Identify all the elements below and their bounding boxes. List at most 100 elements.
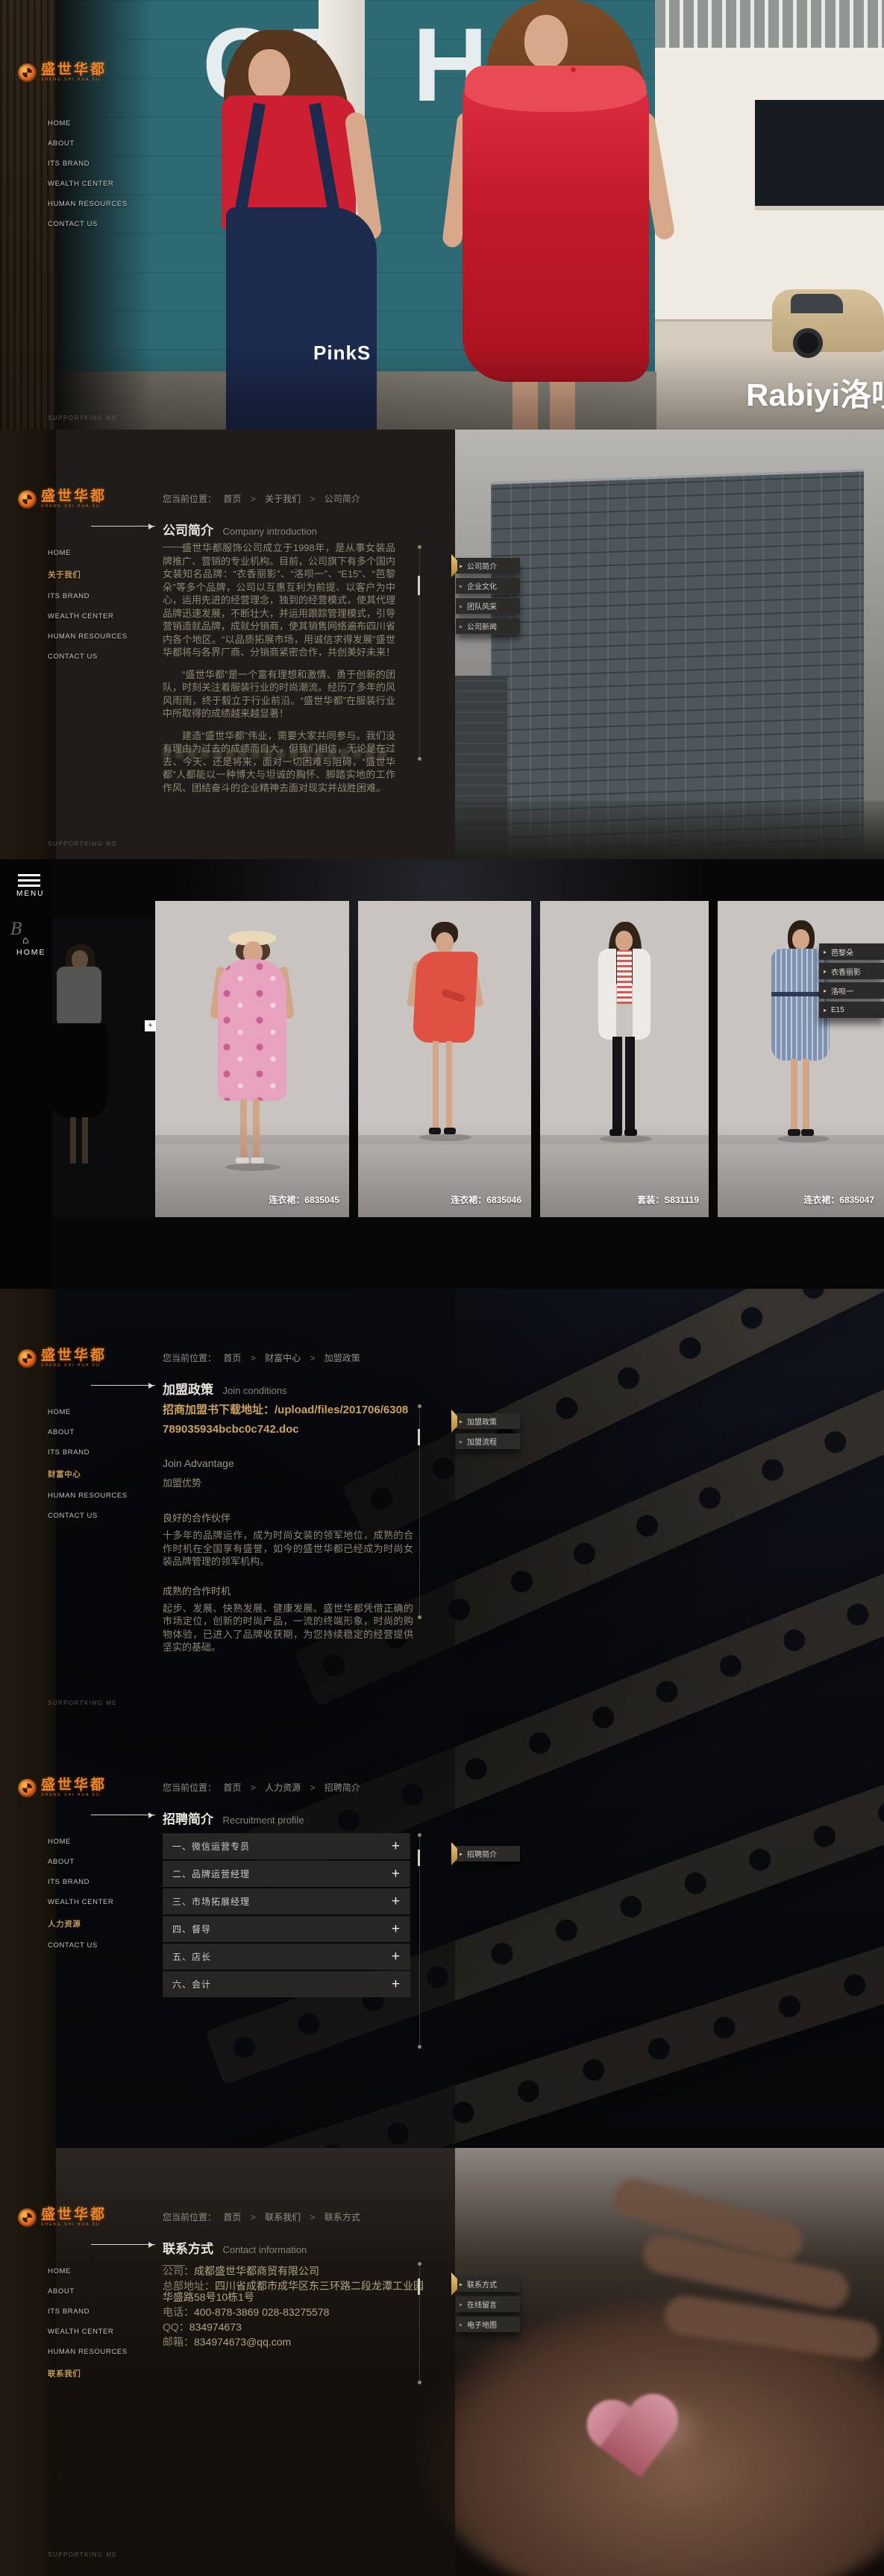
nav-its-brand[interactable]: ITS BRAND (48, 1878, 145, 1886)
brand-logo[interactable]: 盛世华都 SHENG SHI HUA DU (18, 2208, 107, 2227)
brand-logo[interactable]: 盛世华都 SHENG SHI HUA DU (18, 489, 107, 509)
nav-wealth-center[interactable]: WEALTH CENTER (48, 1898, 145, 1906)
scrollbar-thumb[interactable] (418, 1850, 420, 1866)
nav-its-brand[interactable]: ITS BRAND (48, 1448, 145, 1457)
brand-tab-yixiangliying[interactable]: ▸ 衣香丽影 (819, 963, 884, 979)
nav-human-resources[interactable]: 人力资源 (48, 1918, 145, 1929)
nav-human-resources[interactable]: HUMAN RESOURCES (48, 2348, 145, 2356)
expand-button[interactable]: + (145, 1020, 156, 1031)
accordion-item-wechat-operator[interactable]: 一、微信运营专员 + (163, 1833, 410, 1859)
page-title: 公司简介 Company introduction (163, 520, 317, 538)
nav-its-brand[interactable]: ITS BRAND (48, 2308, 145, 2316)
nav-its-brand[interactable]: ITS BRAND (48, 160, 145, 168)
tab-arrow-icon: ▸ (460, 623, 463, 629)
nav-contact-us[interactable]: CONTACT US (48, 653, 145, 661)
breadcrumb-section[interactable]: 财富中心 (265, 1353, 301, 1363)
tab-arrow-icon: ▸ (460, 2321, 463, 2328)
nav-wealth-center[interactable]: WEALTH CENTER (48, 180, 145, 188)
nav-about[interactable]: 关于我们 (48, 569, 145, 580)
nav-home[interactable]: HOME (48, 1408, 145, 1416)
flame-emblem-icon (18, 63, 37, 82)
company-intro-text: 盛世华都服饰公司成立于1998年，是从事女装品牌推广、营销的专业机构。目前，公司… (163, 541, 395, 803)
scrollbar-thumb[interactable] (418, 2278, 420, 2295)
support-text: SUPPORTKING ME (48, 2551, 117, 2558)
product-card[interactable]: 连衣裙：6835045 (155, 901, 349, 1217)
contact-info: 公司：成都盛世华都商贸有限公司 总部地址：四川省成都市成华区东三环路二段龙潭工业… (163, 2266, 424, 2352)
breadcrumb-home[interactable]: 首页 (223, 2212, 241, 2222)
side-tab-join-process[interactable]: ▸ 加盟流程 (456, 1433, 520, 1449)
nav-its-brand[interactable]: ITS BRAND (48, 592, 145, 600)
side-tab-company-news[interactable]: ▸ 公司新闻 (456, 618, 520, 634)
scrollbar-track[interactable] (419, 1835, 420, 2047)
breadcrumb-home[interactable]: 首页 (223, 494, 241, 504)
side-tab-map[interactable]: ▸ 电子地图 (456, 2316, 520, 2332)
page-title: 联系方式 Contact information (163, 2238, 307, 2257)
breadcrumb-separator: > (251, 1353, 256, 1363)
accordion-item-supervisor[interactable]: 四、督导 + (163, 1916, 410, 1942)
contact-label: 电话： (163, 2306, 194, 2318)
side-tab-message[interactable]: ▸ 在线留言 (456, 2296, 520, 2312)
menu-hamburger-icon[interactable] (18, 874, 40, 890)
breadcrumb-section[interactable]: 关于我们 (265, 494, 301, 504)
contact-company: 公司：成都盛世华都商贸有限公司 (163, 2266, 424, 2277)
side-tab-company-intro[interactable]: ▸ 公司简介 (456, 558, 520, 574)
menu-label[interactable]: MENU (16, 890, 44, 898)
product-card[interactable]: 连衣裙：6835046 (358, 901, 531, 1217)
scrollbar-thumb[interactable] (418, 1429, 420, 1445)
nav-wealth-center[interactable]: WEALTH CENTER (48, 612, 145, 621)
brand-logo[interactable]: 盛世华都 SHENG SHI HUA DU (18, 63, 107, 82)
side-tab-contact-info[interactable]: ▸ 联系方式 (456, 2276, 520, 2292)
accordion-label: 四、督导 (172, 1923, 211, 1935)
nav-human-resources[interactable]: HUMAN RESOURCES (48, 200, 145, 208)
plus-icon[interactable]: + (392, 1921, 400, 1938)
nav-contact-us[interactable]: 联系我们 (48, 2368, 145, 2379)
side-tab-recruitment[interactable]: ▸ 招聘简介 (456, 1846, 520, 1862)
side-tab-team[interactable]: ▸ 团队风采 (456, 598, 520, 614)
nav-wealth-center[interactable]: 财富中心 (48, 1468, 145, 1480)
brand-logo[interactable]: 盛世华都 SHENG SHI HUA DU (18, 1778, 107, 1797)
brand-logo[interactable]: 盛世华都 SHENG SHI HUA DU (18, 1348, 107, 1368)
car-window (791, 294, 843, 313)
plus-icon[interactable]: + (392, 1949, 400, 1965)
nav-about[interactable]: ABOUT (48, 1858, 145, 1866)
breadcrumb-home[interactable]: 首页 (223, 1782, 241, 1793)
side-tab-corporate-culture[interactable]: ▸ 企业文化 (456, 578, 520, 594)
nav-about[interactable]: ABOUT (48, 139, 145, 148)
brand-tab-luobeiyi[interactable]: ▸ 洛呗一 (819, 982, 884, 999)
nav-contact-us[interactable]: CONTACT US (48, 1941, 145, 1950)
nav-home[interactable]: HOME (48, 1838, 145, 1846)
accordion-item-store-manager[interactable]: 五、店长 + (163, 1944, 410, 1970)
brand-tab-balidor[interactable]: ▸ 芭黎朵 (819, 943, 884, 960)
product-card[interactable]: 套装：S831119 (540, 901, 709, 1217)
home-icon: ⌂ (22, 934, 28, 946)
breadcrumb-section[interactable]: 联系我们 (265, 2212, 301, 2222)
plus-icon[interactable]: + (392, 1976, 400, 1993)
nav-human-resources[interactable]: HUMAN RESOURCES (48, 1492, 145, 1500)
nav-home[interactable]: HOME (48, 119, 145, 128)
plus-icon[interactable]: + (392, 1866, 400, 1882)
title-cn: 联系方式 (163, 2242, 213, 2256)
nav-human-resources[interactable]: HUMAN RESOURCES (48, 632, 145, 641)
nav-about[interactable]: ABOUT (48, 1428, 145, 1436)
accordion-item-brand-manager[interactable]: 二、品牌运营经理 + (163, 1861, 410, 1887)
side-tab-join-policy[interactable]: ▸ 加盟政策 (456, 1413, 520, 1429)
nav-contact-us[interactable]: CONTACT US (48, 220, 145, 228)
accordion-item-accountant[interactable]: 六、会计 + (163, 1971, 410, 1997)
download-link[interactable]: 招商加盟书下载地址：/upload/files/201706/630878903… (163, 1401, 413, 1439)
breadcrumb-home[interactable]: 首页 (223, 1353, 241, 1363)
red-dress (463, 69, 649, 382)
plus-icon[interactable]: + (392, 1894, 400, 1910)
nav-about[interactable]: ABOUT (48, 2287, 145, 2296)
home-label[interactable]: HOME (16, 948, 46, 957)
accordion-label: 三、市场拓展经理 (172, 1895, 250, 1908)
nav-home[interactable]: HOME (48, 549, 145, 557)
nav-home[interactable]: HOME (48, 2267, 145, 2275)
nav-contact-us[interactable]: CONTACT US (48, 1512, 145, 1520)
accordion-item-market-manager[interactable]: 三、市场拓展经理 + (163, 1888, 410, 1914)
nav-wealth-center[interactable]: WEALTH CENTER (48, 2328, 145, 2336)
breadcrumb-section[interactable]: 人力资源 (265, 1782, 301, 1793)
paragraph: 建造“盛世华都”伟业，需要大家共同参与。我们没有理由为过去的成绩而自大，但我们相… (163, 729, 395, 795)
scrollbar-thumb[interactable] (418, 576, 420, 595)
plus-icon[interactable]: + (392, 1838, 400, 1855)
brand-tab-e15[interactable]: ▸ E15 (819, 1002, 884, 1018)
